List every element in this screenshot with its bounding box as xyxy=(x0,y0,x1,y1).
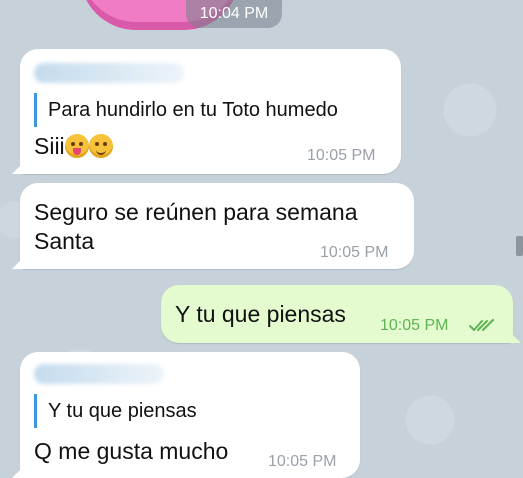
message-text: Siii xyxy=(34,131,113,161)
drooling-face-emoji xyxy=(88,134,113,158)
double-check-read-icon xyxy=(469,319,494,331)
sticker-time-badge: 10:04 PM xyxy=(186,0,282,28)
message-text-line-1: Seguro se reúnen para semana xyxy=(34,199,358,225)
message-time: 10:05 PM xyxy=(307,147,376,164)
message-text-line-2: Santa xyxy=(34,228,95,254)
message-time: 10:05 PM xyxy=(268,453,337,470)
message-bubble-incoming[interactable]: Seguro se reúnen para semana Santa 10:05… xyxy=(20,183,414,269)
message-bubble-incoming[interactable]: Y tu que piensas Q me gusta mucho 10:05 … xyxy=(20,352,360,478)
zany-face-emoji xyxy=(64,134,89,158)
scrollbar-thumb[interactable] xyxy=(516,236,523,256)
message-bubble-incoming[interactable]: Para hundirlo en tu Toto humedo Siii 10:… xyxy=(20,49,401,174)
reply-quote[interactable]: Para hundirlo en tu Toto humedo xyxy=(34,93,338,127)
sender-name-redacted xyxy=(34,63,184,83)
message-bubble-outgoing[interactable]: Y tu que piensas 10:05 PM xyxy=(161,285,513,343)
message-time: 10:05 PM xyxy=(320,244,389,261)
message-text: Y tu que piensas xyxy=(175,301,346,327)
sender-name-redacted xyxy=(34,364,164,384)
reply-quote-text: Y tu que piensas xyxy=(48,400,197,422)
reply-quote[interactable]: Y tu que piensas xyxy=(34,394,197,428)
message-text-content: Siii xyxy=(34,133,65,159)
message-text: Q me gusta mucho xyxy=(34,438,229,464)
reply-quote-text: Para hundirlo en tu Toto humedo xyxy=(48,99,338,121)
message-time: 10:05 PM xyxy=(380,317,449,334)
